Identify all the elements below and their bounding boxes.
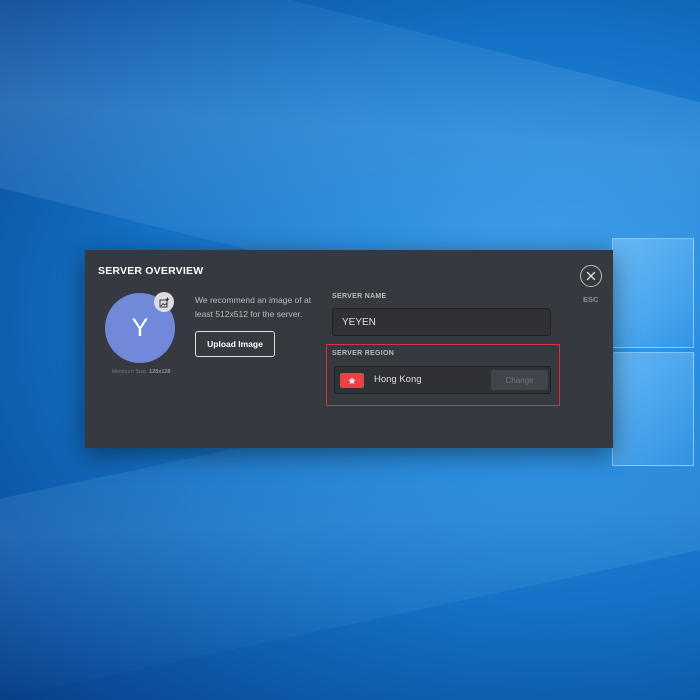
region-name: Hong Kong [374,374,422,385]
close-button[interactable] [580,265,602,287]
server-overview-modal: SERVER OVERVIEW ESC Y Minimum Size: 128x… [85,250,613,448]
hong-kong-flag-icon [340,373,364,388]
avatar-upload-button[interactable] [154,292,174,312]
server-name-input[interactable]: YEYEN [332,308,551,336]
avatar-initial: Y [131,313,149,342]
min-size-prefix: Minimum Size: [111,369,148,375]
min-size-value: 128x128 [149,369,171,375]
image-recommendation-text: We recommend an image of at least 512x51… [195,295,312,319]
minimum-size-hint: Minimum Size: 128x128 [105,369,177,375]
server-region-select[interactable]: Hong Kong Change [334,366,551,394]
windows-logo-pane-bottom [612,352,694,466]
modal-title: SERVER OVERVIEW [98,265,204,277]
windows-logo-pane-top [612,238,694,348]
change-region-button[interactable]: Change [491,370,548,390]
esc-label: ESC [583,295,599,304]
image-upload-icon [159,297,169,307]
server-region-label: SERVER REGION [332,350,395,357]
server-name-label: SERVER NAME [332,293,387,300]
upload-image-button[interactable]: Upload Image [195,331,275,357]
close-icon [586,271,596,281]
